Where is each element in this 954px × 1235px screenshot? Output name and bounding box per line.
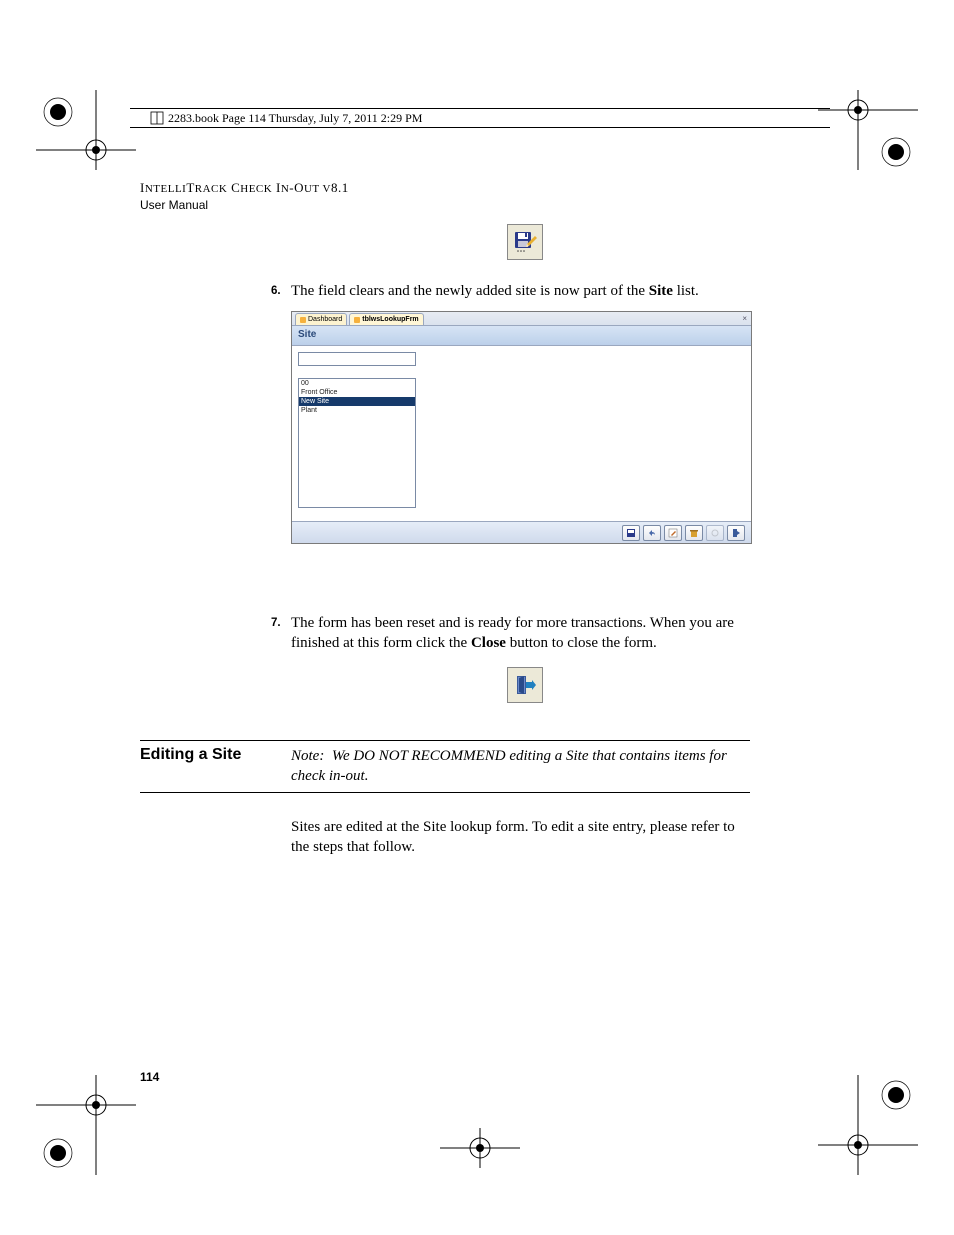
crop-mark-center — [440, 1128, 520, 1168]
section-heading: Editing a Site — [140, 746, 241, 764]
product-title: INTELLITRACK CHECK IN-OUT V8.1 — [140, 180, 349, 196]
product-subtitle: User Manual — [140, 198, 349, 212]
crop-mark-tr — [818, 90, 918, 170]
close-button-image — [507, 667, 543, 703]
tab-icon — [354, 317, 360, 323]
section-paragraph: Sites are edited at the Site lookup form… — [291, 817, 751, 858]
step-7-number: 7. — [271, 616, 281, 632]
running-header: 2283.book Page 114 Thursday, July 7, 201… — [130, 108, 830, 128]
save-disk-pencil-icon — [513, 230, 537, 254]
product-header: INTELLITRACK CHECK IN-OUT V8.1 User Manu… — [140, 180, 349, 212]
step-6-text-a: The field clears and the newly added sit… — [291, 283, 649, 299]
step-7-text-b: button to close the form. — [506, 635, 657, 651]
step-7: 7. The form has been reset and is ready … — [291, 613, 751, 654]
tab-lookup-label: tblwsLookupFrm — [362, 316, 418, 323]
tab-icon — [300, 317, 306, 323]
section-divider-bottom — [140, 792, 750, 793]
note-body: We DO NOT RECOMMEND editing a Site that … — [291, 748, 727, 784]
step-6-bold: Site — [649, 283, 673, 299]
site-lookup-form-screenshot: Dashboard tblwsLookupFrm × Site 00 Front… — [291, 311, 752, 544]
form-toolbar — [292, 521, 751, 543]
step-6: 6. The field clears and the newly added … — [291, 281, 751, 301]
book-icon — [150, 111, 164, 125]
tab-bar: Dashboard tblwsLookupFrm × — [292, 312, 751, 326]
form-title: Site — [292, 326, 751, 346]
toolbar-close-button[interactable] — [727, 525, 745, 541]
site-input[interactable] — [298, 352, 416, 366]
page-number: 114 — [140, 1070, 159, 1084]
site-listbox[interactable]: 00 Front Office New Site Plant — [298, 378, 416, 508]
form-body: 00 Front Office New Site Plant — [292, 346, 751, 521]
section-divider-top — [140, 740, 750, 741]
list-item[interactable]: Front Office — [299, 388, 415, 397]
crop-mark-bl — [36, 1075, 136, 1175]
tab-dashboard-label: Dashboard — [308, 316, 342, 323]
note-text: Note: We DO NOT RECOMMEND editing a Site… — [291, 746, 751, 787]
door-exit-icon — [514, 674, 536, 696]
running-header-text: 2283.book Page 114 Thursday, July 7, 201… — [168, 111, 422, 126]
step-6-number: 6. — [271, 284, 281, 300]
list-item-selected[interactable]: New Site — [299, 397, 415, 406]
toolbar-save-button[interactable] — [622, 525, 640, 541]
step-7-bold: Close — [471, 635, 506, 651]
step-6-text-b: list. — [673, 283, 699, 299]
note-label: Note: — [291, 748, 324, 764]
toolbar-disabled-button — [706, 525, 724, 541]
list-item[interactable]: 00 — [299, 379, 415, 388]
tab-lookup[interactable]: tblwsLookupFrm — [349, 313, 423, 325]
close-icon[interactable]: × — [742, 314, 747, 323]
list-item[interactable]: Plant — [299, 406, 415, 415]
toolbar-edit-button[interactable] — [664, 525, 682, 541]
tab-dashboard[interactable]: Dashboard — [295, 313, 347, 325]
crop-mark-tl — [36, 90, 136, 170]
toolbar-undo-button[interactable] — [643, 525, 661, 541]
save-button-image — [507, 224, 543, 260]
crop-mark-br — [818, 1075, 918, 1175]
toolbar-delete-button[interactable] — [685, 525, 703, 541]
